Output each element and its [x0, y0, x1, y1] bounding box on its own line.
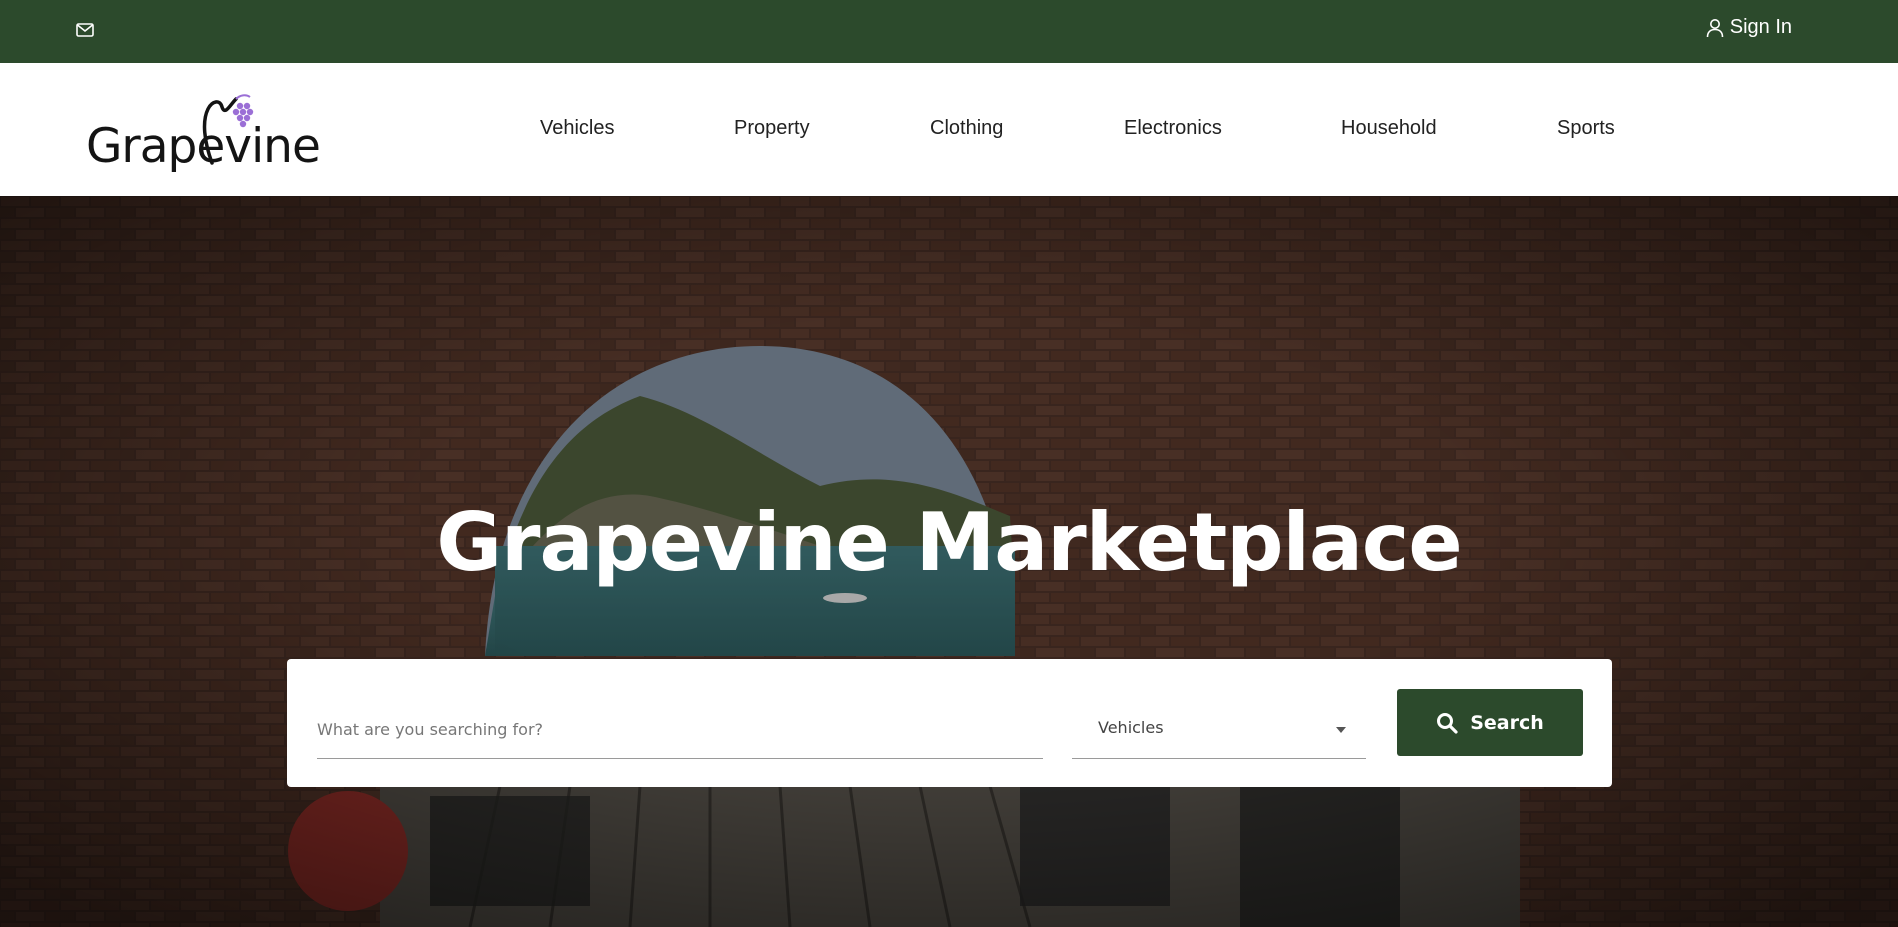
- search-panel: Vehicles Search: [287, 659, 1612, 787]
- user-icon: [1706, 18, 1724, 37]
- category-selected-value: Vehicles: [1098, 718, 1164, 737]
- nav-property[interactable]: Property: [734, 117, 810, 140]
- nav-sports[interactable]: Sports: [1557, 117, 1615, 140]
- top-bar: Sign In: [0, 0, 1898, 63]
- sign-in-link[interactable]: Sign In: [1706, 16, 1792, 39]
- nav-clothing[interactable]: Clothing: [930, 117, 1003, 140]
- nav-vehicles[interactable]: Vehicles: [540, 117, 615, 140]
- search-input[interactable]: [317, 701, 1043, 759]
- nav-electronics[interactable]: Electronics: [1124, 117, 1222, 140]
- category-select[interactable]: Vehicles: [1072, 701, 1366, 759]
- main-nav: Vehicles Property Clothing Electronics H…: [0, 63, 1898, 196]
- search-button-label: Search: [1470, 711, 1544, 734]
- hero-title: Grapevine Marketplace: [436, 496, 1462, 589]
- mail-icon[interactable]: [76, 22, 94, 38]
- hero-section: Grapevine Marketplace Vehicles Search: [0, 196, 1898, 927]
- sign-in-label: Sign In: [1729, 16, 1792, 38]
- search-icon: [1437, 712, 1458, 734]
- search-button[interactable]: Search: [1397, 689, 1583, 756]
- site-header: Grapevine Vehicles Property Clothing Ele…: [0, 63, 1898, 196]
- nav-household[interactable]: Household: [1341, 117, 1437, 140]
- chevron-down-icon: [1336, 727, 1346, 733]
